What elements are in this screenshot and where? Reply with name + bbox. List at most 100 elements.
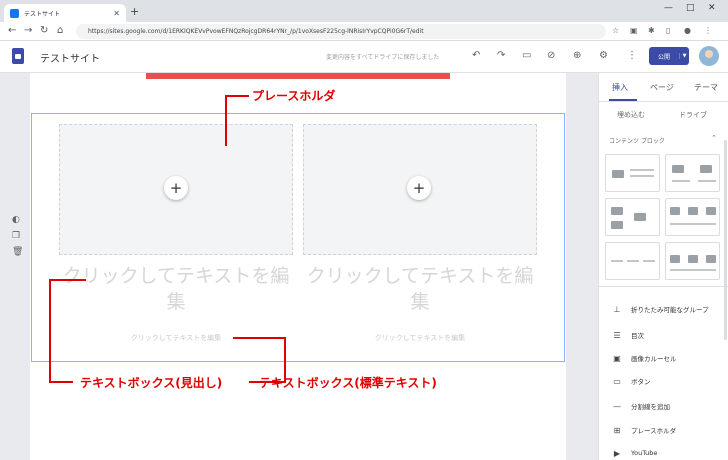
image-icon xyxy=(634,213,646,221)
insert-button[interactable]: ▭ ボタン xyxy=(611,374,728,388)
image-icon xyxy=(670,255,680,263)
back-icon[interactable]: ← xyxy=(8,25,16,36)
delete-icon[interactable]: 🗑 xyxy=(12,247,24,263)
window-close-icon[interactable]: ✕ xyxy=(708,3,716,13)
publish-button[interactable]: 公開 ▼ xyxy=(649,47,689,65)
text-line xyxy=(627,260,639,262)
carousel-icon: ▣ xyxy=(613,353,621,363)
annotation-line xyxy=(233,337,285,339)
image-icon xyxy=(670,207,680,215)
home-icon[interactable]: ⌂ xyxy=(57,25,63,36)
header-banner-strip xyxy=(146,73,450,79)
annotation-heading-label: テキストボックス(見出し) xyxy=(80,376,223,390)
publish-dropdown-icon[interactable]: ▼ xyxy=(679,53,689,59)
address-bar-row: ← → ↻ ⌂ https://sites.google.com/d/1ERKI… xyxy=(0,22,728,41)
divider-icon: — xyxy=(613,401,621,411)
block-template-2[interactable] xyxy=(665,154,720,192)
insert-panel: 挿入 ページ テーマ 埋め込む ドライブ コンテンツ ブロック ⌃ ⊥ 折りたた… xyxy=(598,73,728,460)
annotation-line xyxy=(49,381,73,383)
save-status: 変更内容をすべてドライブに保存しました xyxy=(326,54,440,61)
preview-icon[interactable]: ▭ xyxy=(522,50,531,61)
block-template-1[interactable] xyxy=(605,154,660,192)
reload-icon[interactable]: ↻ xyxy=(40,25,48,36)
bookmark-star-icon[interactable]: ☆ xyxy=(612,26,619,35)
tab-theme[interactable]: テーマ xyxy=(694,82,718,93)
text-line xyxy=(630,175,654,177)
insert-table-of-contents[interactable]: ☰ 目次 xyxy=(611,328,728,342)
sites-header: テストサイト 変更内容をすべてドライブに保存しました ↶ ↷ ▭ ⊘ ⊕ ⚙ ⋮… xyxy=(0,41,728,73)
text-line xyxy=(698,180,716,182)
panel-scrollbar[interactable] xyxy=(724,140,727,340)
new-tab-button[interactable]: + xyxy=(130,5,139,18)
settings-gear-icon[interactable]: ⚙ xyxy=(599,50,608,61)
block-template-5[interactable] xyxy=(605,242,660,280)
text-line xyxy=(643,260,655,262)
palette-icon[interactable]: ◐ xyxy=(12,215,24,231)
text-line xyxy=(670,223,716,225)
add-image-right-icon[interactable]: + xyxy=(407,176,431,200)
annotation-line xyxy=(49,279,86,281)
image-icon xyxy=(611,207,623,215)
browser-tab[interactable]: テストサイト ✕ xyxy=(4,4,126,22)
youtube-icon: ▶ xyxy=(613,448,621,458)
forward-icon[interactable]: → xyxy=(24,25,32,36)
chevron-up-icon[interactable]: ⌃ xyxy=(711,134,717,142)
extension-icon[interactable]: ▣ xyxy=(630,26,638,35)
tab-close-icon[interactable]: ✕ xyxy=(113,9,120,18)
insert-placeholder[interactable]: ⊞ プレースホルダ xyxy=(611,423,728,437)
text-line xyxy=(672,180,690,182)
avatar[interactable] xyxy=(699,46,719,66)
minimize-icon[interactable]: — xyxy=(664,3,673,13)
tab-insert[interactable]: 挿入 xyxy=(612,82,628,93)
list-icon: ☰ xyxy=(613,330,621,340)
insert-collapsible-group[interactable]: ⊥ 折りたたみ可能なグループ xyxy=(611,302,728,316)
annotation-line xyxy=(225,95,227,146)
maximize-icon[interactable]: □ xyxy=(686,3,695,13)
publish-label: 公開 xyxy=(657,53,670,61)
embed-button[interactable]: 埋め込む xyxy=(617,110,645,120)
block-template-3[interactable] xyxy=(605,198,660,236)
text-line xyxy=(611,260,623,262)
annotation-line xyxy=(225,95,249,97)
sites-favicon-icon xyxy=(10,8,19,18)
redo-icon[interactable]: ↷ xyxy=(497,50,505,61)
tab-pages[interactable]: ページ xyxy=(650,82,674,93)
image-icon xyxy=(612,170,624,178)
sites-logo-icon[interactable] xyxy=(12,48,24,64)
drive-button[interactable]: ドライブ xyxy=(679,110,707,120)
undo-icon[interactable]: ↶ xyxy=(472,50,480,61)
image-icon xyxy=(688,207,698,215)
expand-icon: ⊥ xyxy=(613,304,621,314)
annotation-placeholder-label: プレースホルダ xyxy=(252,89,336,103)
duplicate-icon[interactable]: ❐ xyxy=(12,231,24,247)
puzzle-icon[interactable]: ✱ xyxy=(648,26,655,35)
block-template-4[interactable] xyxy=(665,198,720,236)
browser-tab-title: テストサイト xyxy=(24,10,61,18)
insert-divider[interactable]: — 分割線を追加 xyxy=(611,399,728,413)
panel-divider xyxy=(599,101,728,102)
share-icon[interactable]: ⊕ xyxy=(573,50,581,61)
placeholder-icon: ⊞ xyxy=(613,425,621,435)
heading-textbox-right[interactable]: クリックしてテキストを編集 xyxy=(303,263,537,315)
more-menu-icon[interactable]: ⋮ xyxy=(627,50,637,61)
image-icon xyxy=(700,165,712,173)
browser-menu-icon[interactable]: ⋮ xyxy=(704,26,712,35)
body-textbox-right[interactable]: クリックしてテキストを編集 xyxy=(303,333,537,343)
sidepanel-icon[interactable]: ▯ xyxy=(666,26,670,35)
site-title[interactable]: テストサイト xyxy=(40,50,100,65)
add-image-left-icon[interactable]: + xyxy=(164,176,188,200)
text-line xyxy=(670,269,716,271)
button-icon: ▭ xyxy=(613,376,621,386)
insert-image-carousel[interactable]: ▣ 画像カルーセル xyxy=(611,351,728,365)
profile-icon[interactable]: ● xyxy=(684,26,691,35)
url-field[interactable]: https://sites.google.com/d/1ERKIQKEVvPvo… xyxy=(76,24,606,39)
insert-youtube[interactable]: ▶ YouTube xyxy=(611,446,728,460)
heading-textbox-left[interactable]: クリックしてテキストを編集 xyxy=(59,263,293,315)
content-blocks-title: コンテンツ ブロック xyxy=(609,138,665,145)
image-icon xyxy=(611,221,623,229)
block-template-6[interactable] xyxy=(665,242,720,280)
annotation-line xyxy=(49,279,51,382)
link-icon[interactable]: ⊘ xyxy=(547,50,555,61)
image-icon xyxy=(706,207,716,215)
image-icon xyxy=(672,165,684,173)
